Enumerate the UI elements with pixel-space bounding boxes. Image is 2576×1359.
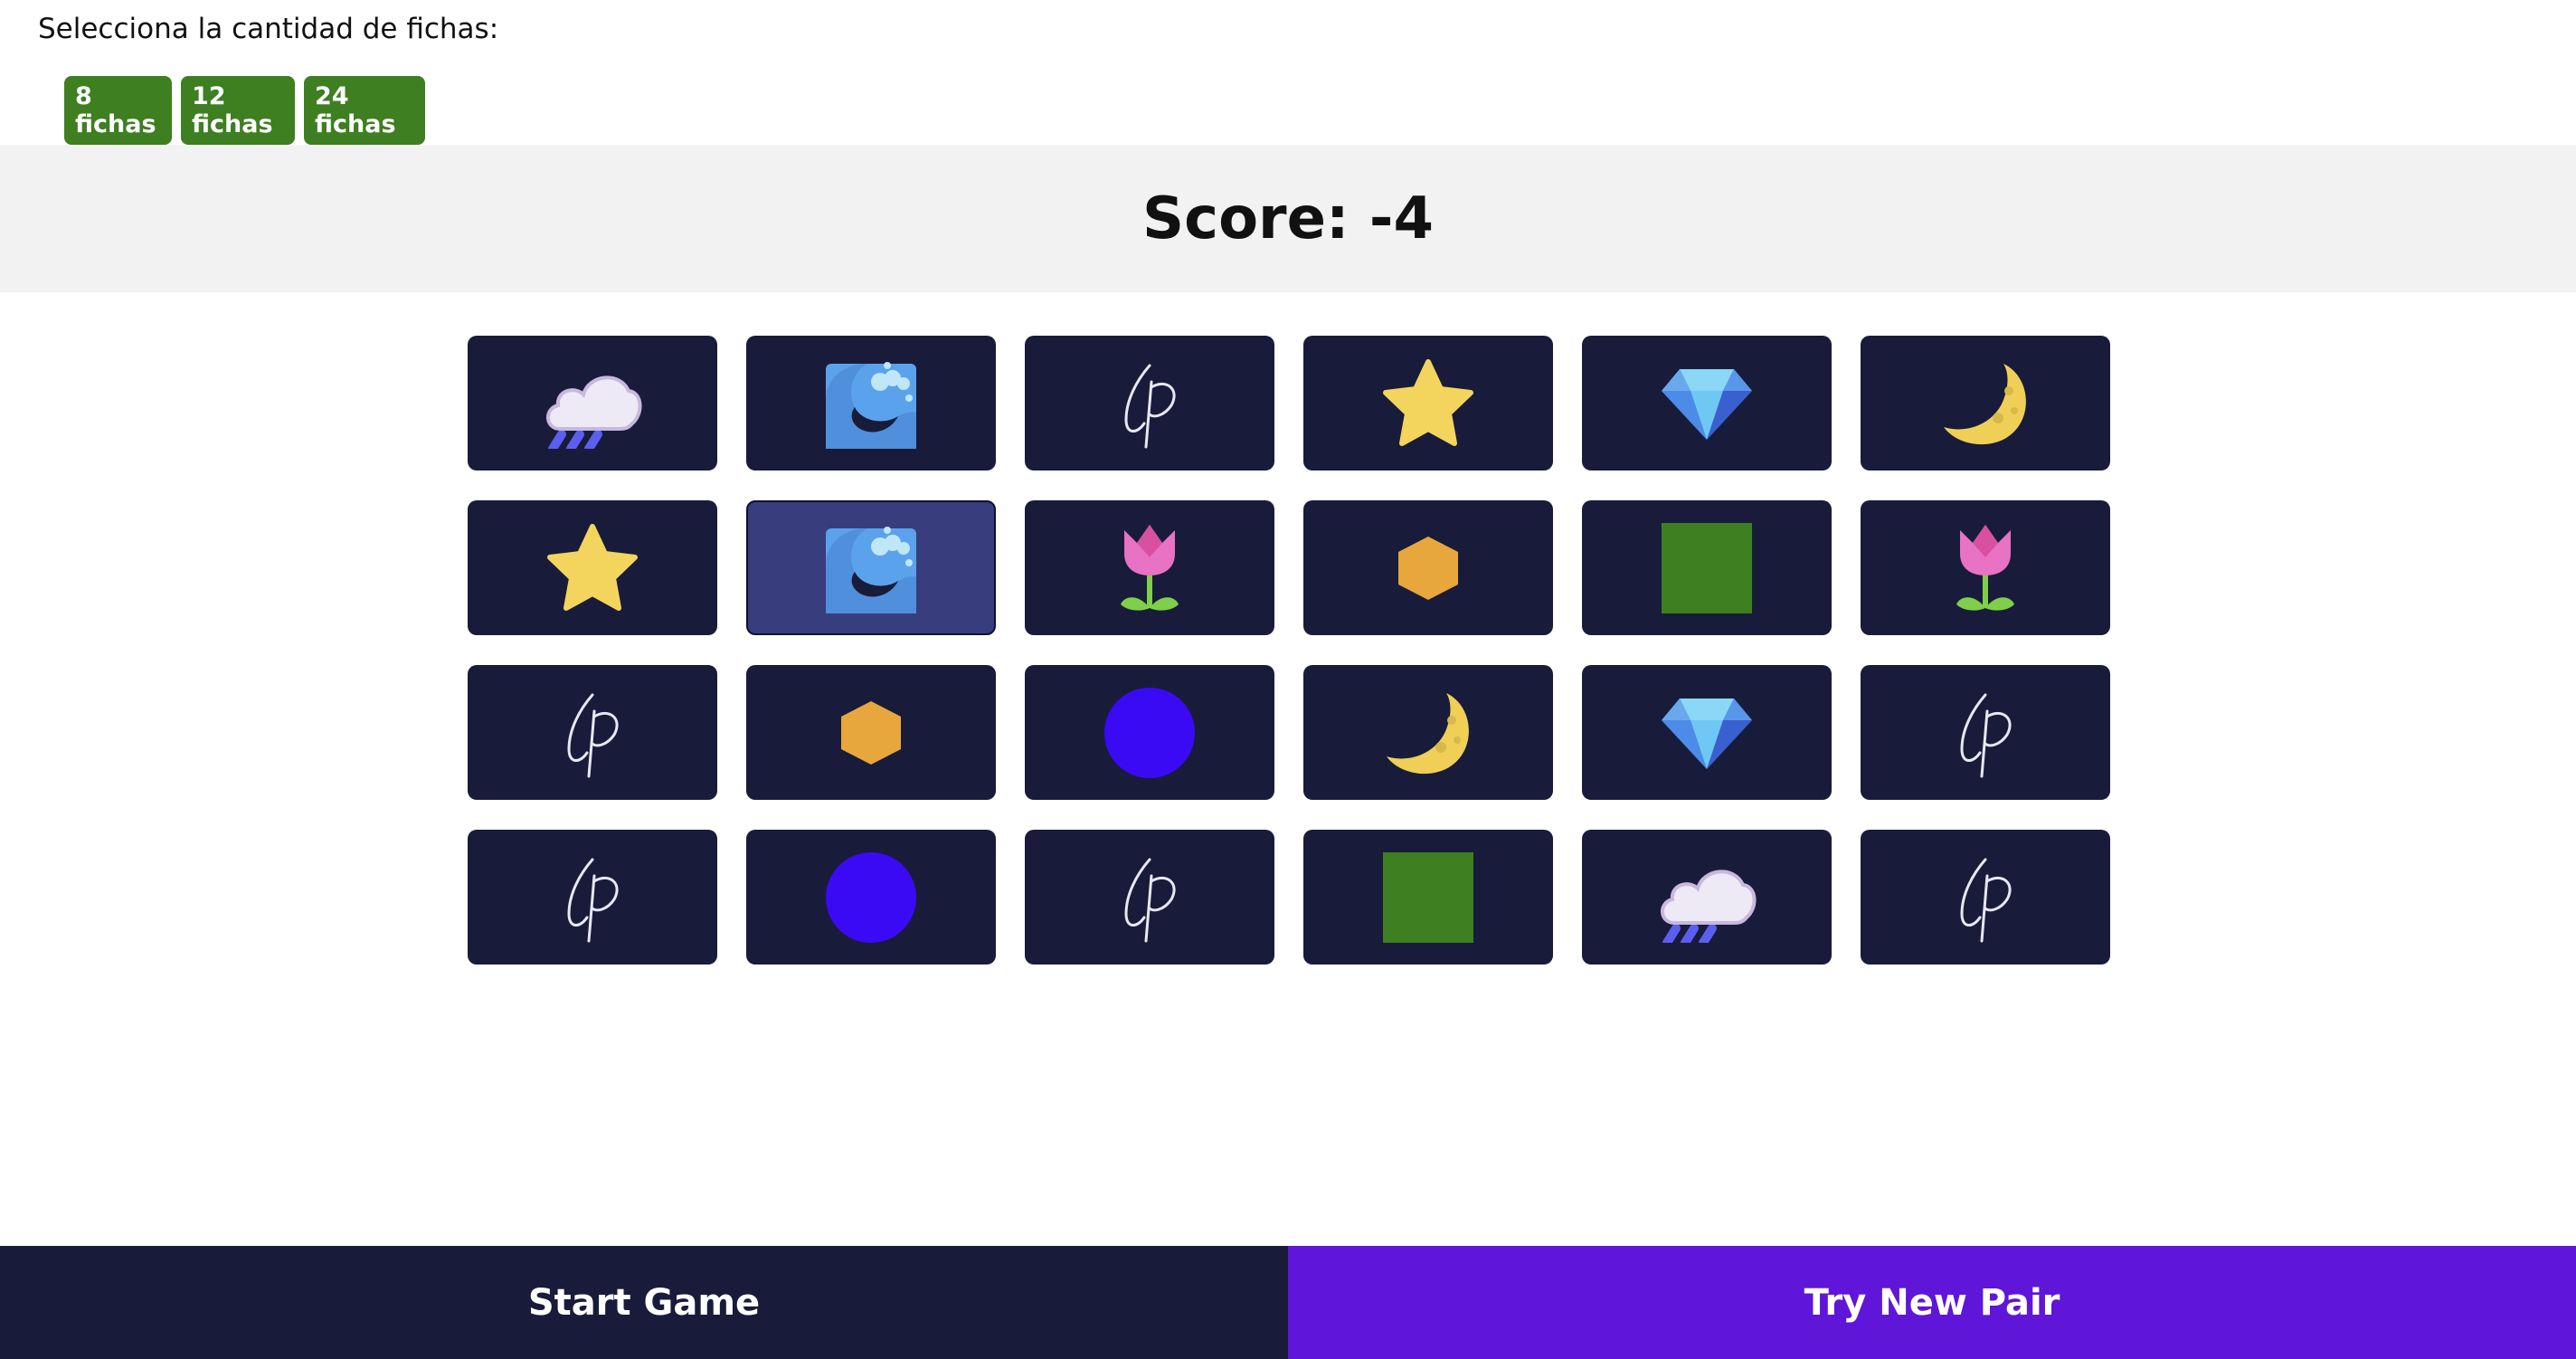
star-icon [1381,358,1475,449]
card-back-icon [1113,852,1186,943]
tile-count-options: 8 fichas 12 fichas 24 fichas [64,76,425,145]
score-display: Score: -4 [1142,185,1434,252]
card[interactable] [1025,336,1274,470]
card-back-icon [556,852,629,943]
card-back-icon [556,688,629,778]
card[interactable] [468,830,717,965]
square-icon [1662,522,1752,613]
tulip-icon [1117,521,1182,615]
24-tiles-button[interactable]: 24 fichas [304,76,425,145]
tile-count-prompt: Selecciona la cantidad de fichas: [38,13,499,45]
card[interactable] [746,336,996,470]
card[interactable] [468,336,717,470]
score-bar: Score: -4 [0,145,2576,292]
card[interactable] [1303,500,1553,635]
card[interactable] [468,665,717,800]
card[interactable] [1303,665,1553,800]
card[interactable] [746,830,996,965]
card[interactable] [1025,665,1274,800]
try-new-pair-button[interactable]: Try New Pair [1288,1246,2576,1359]
card[interactable] [1861,336,2110,470]
card[interactable] [1582,500,1832,635]
card-back-icon [1949,852,2022,943]
moon-icon [1381,688,1475,778]
card[interactable] [1861,830,2110,965]
star-icon [545,523,639,613]
card[interactable] [746,665,996,800]
start-game-button[interactable]: Start Game [0,1246,1288,1359]
card[interactable] [1582,665,1832,800]
diamond-icon [1660,366,1754,442]
tulip-icon [1953,521,2018,615]
rain-cloud-icon [1656,852,1757,943]
card[interactable] [1582,336,1832,470]
circle-icon [826,851,916,943]
rain-cloud-icon [542,358,643,449]
footer-controls: Start Game Try New Pair [0,1246,2576,1359]
card[interactable] [1303,830,1553,965]
12-tiles-button[interactable]: 12 fichas [181,76,295,145]
moon-icon [1938,358,2032,449]
square-icon [1383,851,1473,943]
card[interactable] [1025,500,1274,635]
card[interactable] [1861,665,2110,800]
card-board [468,336,2110,965]
circle-icon [1104,687,1195,778]
8-tiles-button[interactable]: 8 fichas [64,76,172,145]
card[interactable] [1303,336,1553,470]
wave-icon [824,358,918,449]
wave-icon [824,523,918,613]
card[interactable] [746,500,996,635]
card-back-icon [1949,688,2022,778]
card[interactable] [1582,830,1832,965]
card[interactable] [468,500,717,635]
card-back-icon [1113,358,1186,449]
card[interactable] [1025,830,1274,965]
hexagon-icon [1395,535,1462,602]
diamond-icon [1660,695,1754,771]
card[interactable] [1861,500,2110,635]
hexagon-icon [838,699,904,766]
